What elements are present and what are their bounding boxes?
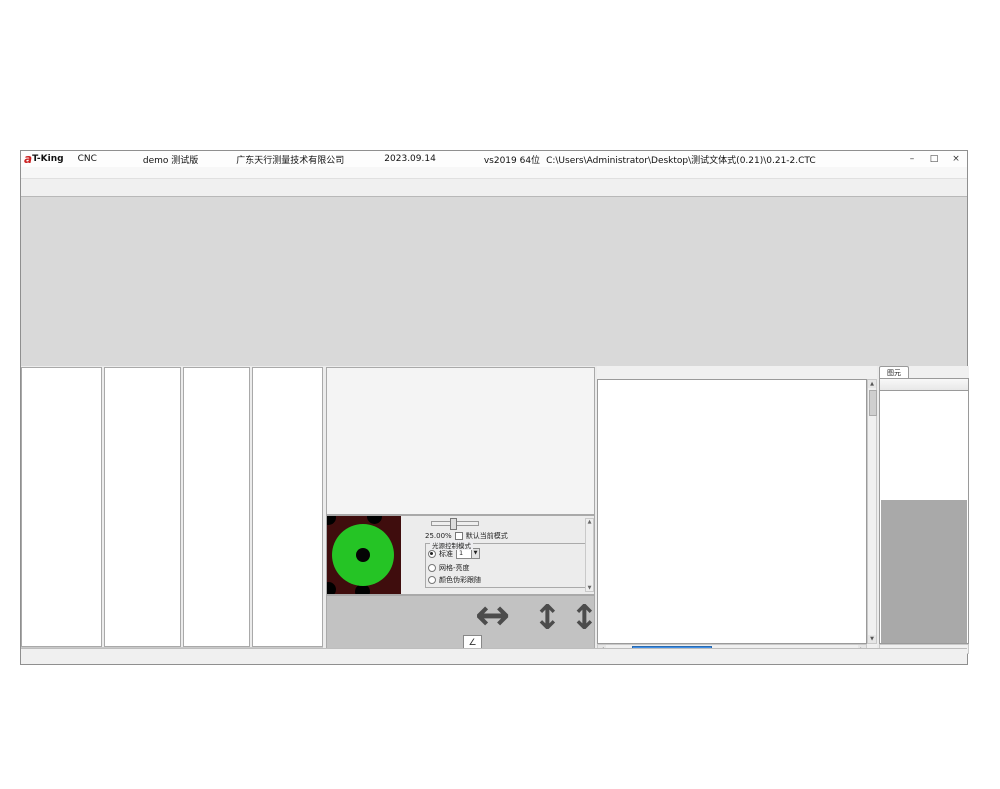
dro-readout: ∠ ↔ ↕ ↕ (326, 595, 595, 653)
light-options: 25.00% 默认当前模式 光源控制模式 标准 1 ▼ (421, 516, 594, 594)
title-build: vs2019 64位 (484, 153, 540, 166)
zoom-slider[interactable] (431, 521, 479, 526)
ring-corner-dot (327, 582, 336, 594)
title-user: demo 测试版 (143, 153, 198, 166)
status-bar (21, 648, 967, 664)
standard-radio-label: 标准 (439, 549, 453, 559)
measurement-grid (597, 379, 867, 644)
zoom-value: 25.00% (425, 532, 452, 540)
light-mode-buttons (401, 516, 421, 594)
title-mode: CNC (78, 154, 97, 164)
measure-toolbox (326, 367, 595, 515)
ring-light-preview[interactable] (327, 516, 401, 594)
ring-corner-dot (367, 516, 382, 524)
ring-light-icon (332, 524, 394, 586)
title-date: 2023.09.14 (384, 154, 436, 164)
table-vertical-scrollbar[interactable]: ▲ ▼ (867, 379, 877, 644)
title-bar: a T-King CNC demo 测试版 广东天行测量技术有限公司 2023.… (21, 151, 967, 167)
minimize-button[interactable]: – (901, 154, 923, 164)
options-scrollbar[interactable]: ▲▼ (585, 518, 594, 592)
scroll-up-icon[interactable]: ▲ (868, 380, 876, 388)
app-window: a T-King CNC demo 测试版 广东天行测量技术有限公司 2023.… (20, 150, 968, 665)
grid-mode-radio[interactable] (428, 564, 436, 572)
desktop: a T-King CNC demo 测试版 广东天行测量技术有限公司 2023.… (0, 0, 1000, 789)
ring-corner-dot (327, 516, 336, 525)
measure-list-column-2 (104, 367, 181, 647)
measure-list-column-4 (252, 367, 323, 647)
table-tabs (597, 366, 877, 379)
zoom-slider-thumb[interactable] (450, 518, 457, 530)
light-mode-group: 光源控制模式 标准 1 ▼ 网格-亮度 (425, 543, 592, 588)
standard-radio[interactable] (428, 550, 436, 558)
vscroll-thumb[interactable] (869, 390, 877, 416)
chevron-down-icon[interactable]: ▼ (471, 549, 479, 558)
title-path: C:\Users\Administrator\Desktop\测试文体式(0.2… (546, 153, 816, 166)
jog-horizontal-arrow-icon[interactable]: ↔ (475, 595, 510, 639)
jog-z-arrow-icon[interactable]: ↕ (570, 598, 595, 638)
channel-combo-value: 1 (457, 549, 471, 558)
color-mode-label: 颜色伪彩跟随 (439, 575, 481, 585)
color-mode-radio[interactable] (428, 576, 436, 584)
measure-list-column-1 (21, 367, 102, 647)
title-app: T-King (32, 154, 63, 164)
element-table-disabled-area (881, 500, 967, 644)
title-company: 广东天行测量技术有限公司 (236, 153, 344, 166)
app-logo-icon: a (24, 152, 32, 166)
menu-bar (21, 167, 967, 179)
jog-vertical-arrow-icon[interactable]: ↕ (533, 598, 562, 638)
maximize-button[interactable]: □ (923, 154, 945, 164)
light-control-panel: 25.00% 默认当前模式 光源控制模式 标准 1 ▼ (326, 515, 595, 595)
camera-views (21, 197, 967, 366)
scroll-down-icon[interactable]: ▼ (868, 635, 876, 643)
light-mode-group-title: 光源控制模式 (430, 540, 473, 550)
measure-list-column-3 (183, 367, 250, 647)
toolbar (21, 179, 967, 197)
close-button[interactable]: × (945, 154, 967, 164)
grid-mode-label: 网格-亮度 (439, 563, 470, 573)
lower-section: 25.00% 默认当前模式 光源控制模式 标准 1 ▼ (21, 366, 967, 654)
element-panel: 图元 (879, 366, 969, 654)
element-table (879, 378, 969, 644)
default-mode-checkbox[interactable] (455, 532, 463, 540)
measurement-table-panel: ▲ ▼ ◄ ► (597, 366, 877, 654)
